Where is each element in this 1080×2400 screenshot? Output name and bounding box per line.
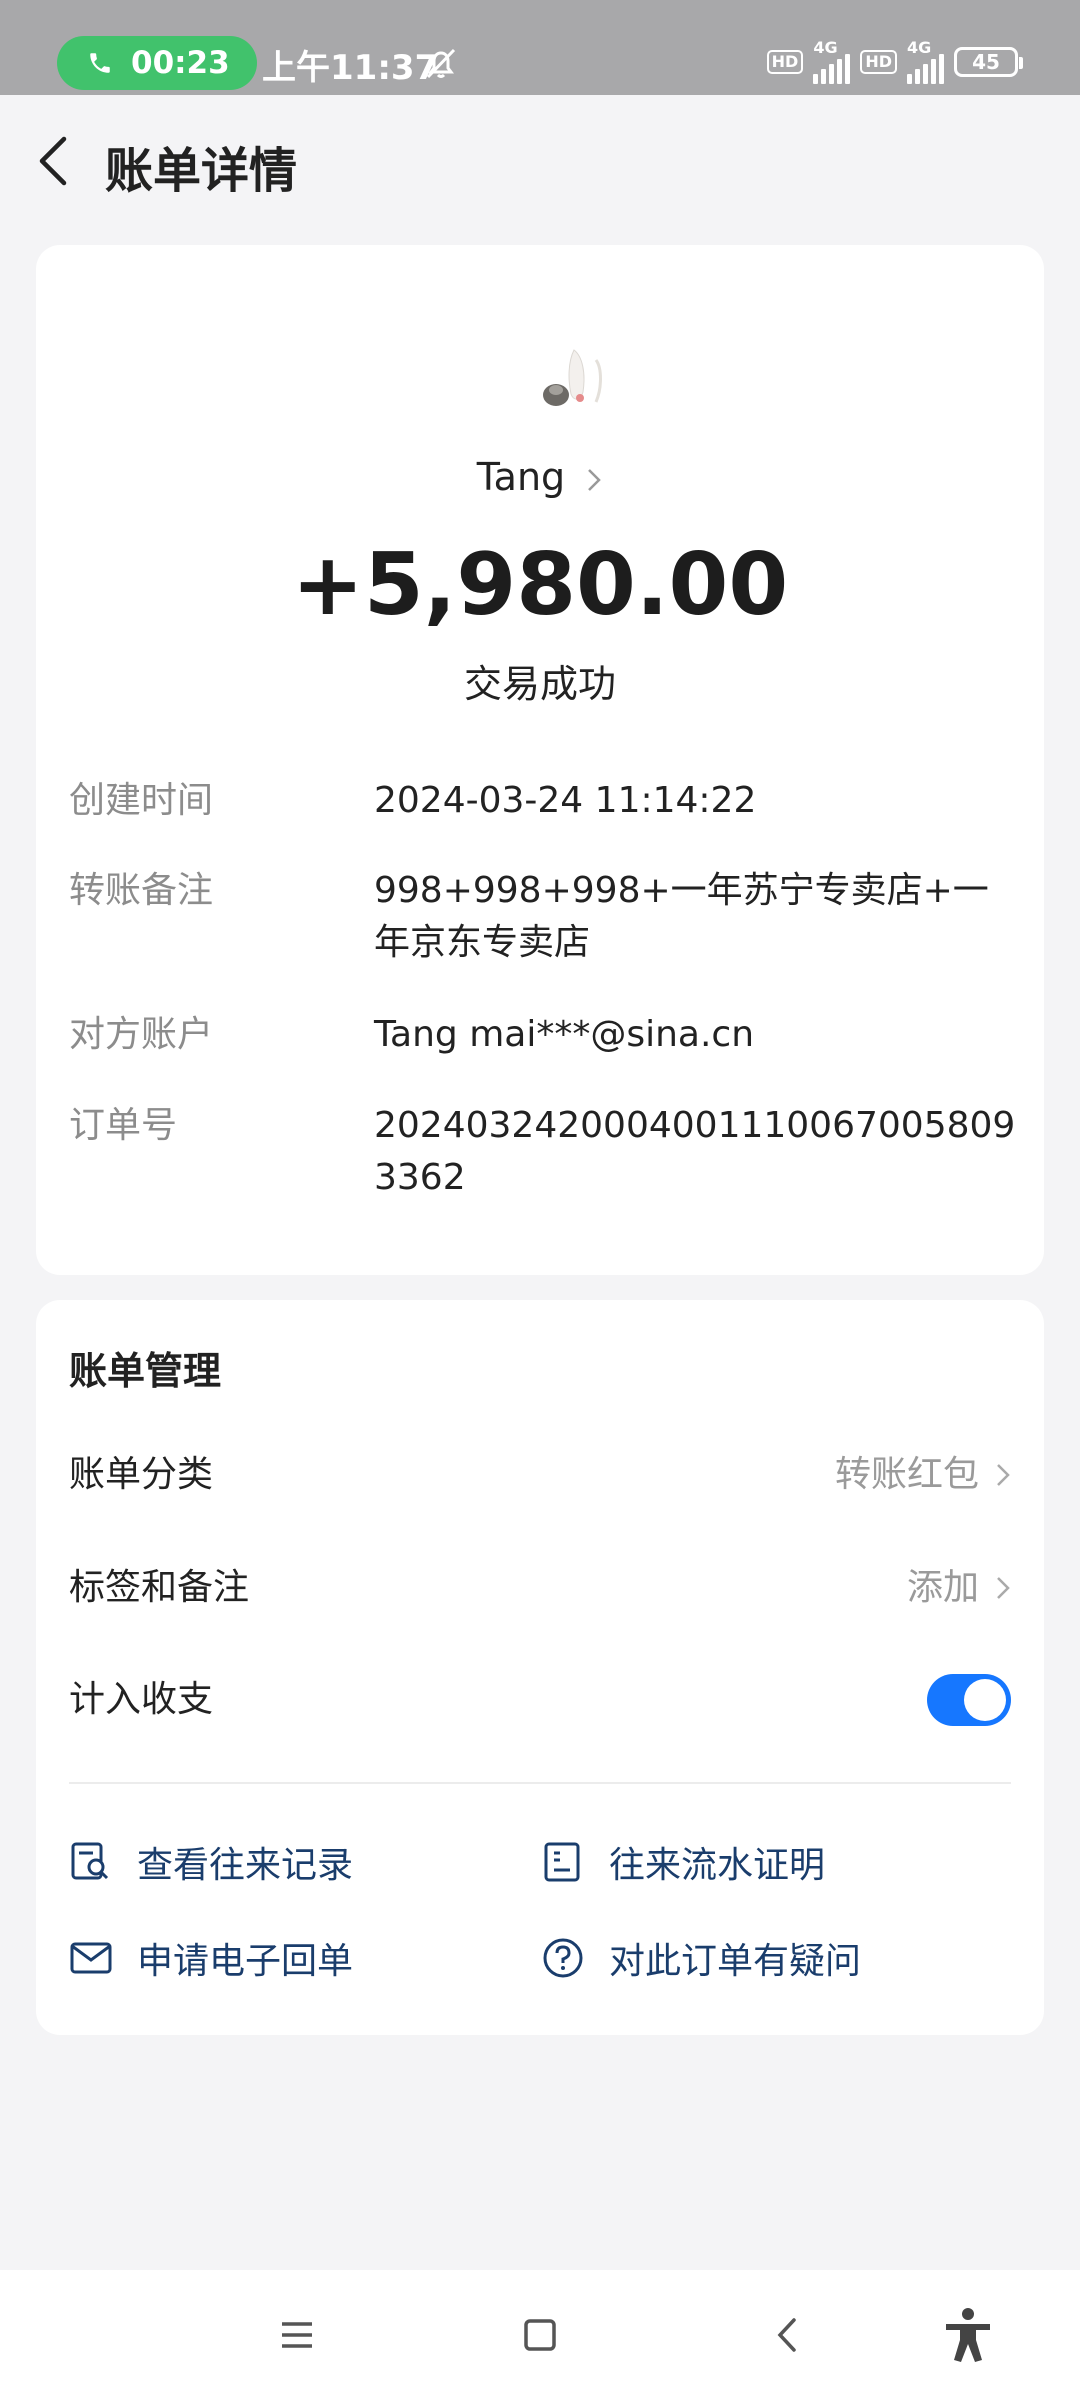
battery-icon: 45 [954,47,1023,77]
back-icon[interactable] [30,131,80,191]
order-question-button[interactable]: 对此订单有疑问 [541,1932,861,1984]
view-records-label: 查看往来记录 [137,1845,354,1886]
payer-name: Tang [476,455,566,499]
signal-icon: 4G [907,38,944,84]
phone-icon [90,53,110,73]
detail-label: 转账备注 [69,870,214,911]
hd-badge: HD [860,50,897,74]
accessibility-icon[interactable] [940,2306,996,2364]
detail-value: Tang mai***@sina.cn [374,1014,755,1055]
include-in-stats-row: 计入收支 [69,1670,1011,1730]
tags-notes-value: 添加 [906,1567,979,1608]
avatar[interactable] [526,330,626,430]
page-title: 账单详情 [105,143,298,199]
transaction-card: Tang +5,980.00 交易成功 创建时间 2024-03-24 11:1… [36,245,1044,1275]
bill-management-card: 账单管理 账单分类 转账红包 标签和备注 添加 计入收支 查看往来记录 往来流水… [36,1300,1044,2035]
view-records-button[interactable]: 查看往来记录 [69,1836,353,1888]
signal-icon: 4G [813,38,851,84]
status-indicators: HD 4G HD 4G 45 [766,38,1023,84]
menu-icon[interactable] [272,2310,322,2360]
status-bar: 00:23 上午11:37 HD 4G HD 4G 45 [0,0,1080,95]
transaction-status: 交易成功 [463,662,616,706]
include-in-stats-label: 计入收支 [69,1679,214,1720]
tags-notes-label: 标签和备注 [69,1567,250,1608]
mute-bell-icon [426,48,456,79]
clock: 上午11:37 [262,48,439,88]
include-in-stats-toggle[interactable] [927,1674,1011,1726]
hd-badge: HD [766,50,804,74]
section-title: 账单管理 [69,1349,222,1393]
divider [69,1782,1011,1784]
e-receipt-label: 申请电子回单 [137,1941,354,1982]
detail-value: 2024-03-24 11:14:22 [374,780,757,821]
transaction-amount: +5,980.00 [291,535,789,635]
e-receipt-button[interactable]: 申请电子回单 [69,1932,353,1984]
call-duration: 00:23 [131,45,230,81]
question-icon [543,1938,583,1978]
bill-category-row[interactable]: 账单分类 转账红包 [69,1445,1011,1505]
detail-label: 创建时间 [69,780,214,821]
back-nav-icon[interactable] [764,2310,814,2360]
page-header: 账单详情 [0,95,1080,225]
search-record-icon [71,1842,109,1880]
chevron-right-icon [997,1464,1010,1486]
chevron-right-icon [997,1577,1010,1599]
statement-icon [544,1842,580,1882]
system-nav-bar [0,2270,1080,2400]
payer-link[interactable]: Tang [36,455,1044,499]
ongoing-call-pill[interactable]: 00:23 [57,36,257,90]
chevron-right-icon [588,468,602,491]
detail-label: 订单号 [69,1105,178,1146]
bill-category-value: 转账红包 [834,1454,979,1495]
toggle-knob [964,1679,1006,1721]
bill-category-label: 账单分类 [69,1454,214,1495]
statement-proof-button[interactable]: 往来流水证明 [541,1836,825,1888]
detail-label: 对方账户 [69,1014,214,1055]
detail-value: 998+998+998+一年苏宁专卖店+一年京东专卖店 [374,870,989,963]
statement-proof-label: 往来流水证明 [609,1845,826,1886]
order-question-label: 对此订单有疑问 [609,1941,862,1982]
tags-notes-row[interactable]: 标签和备注 添加 [69,1558,1011,1618]
detail-value[interactable]: 20240324200040011100670058093362 [374,1100,1019,1204]
mail-icon [70,1942,112,1974]
home-icon[interactable] [515,2310,565,2360]
